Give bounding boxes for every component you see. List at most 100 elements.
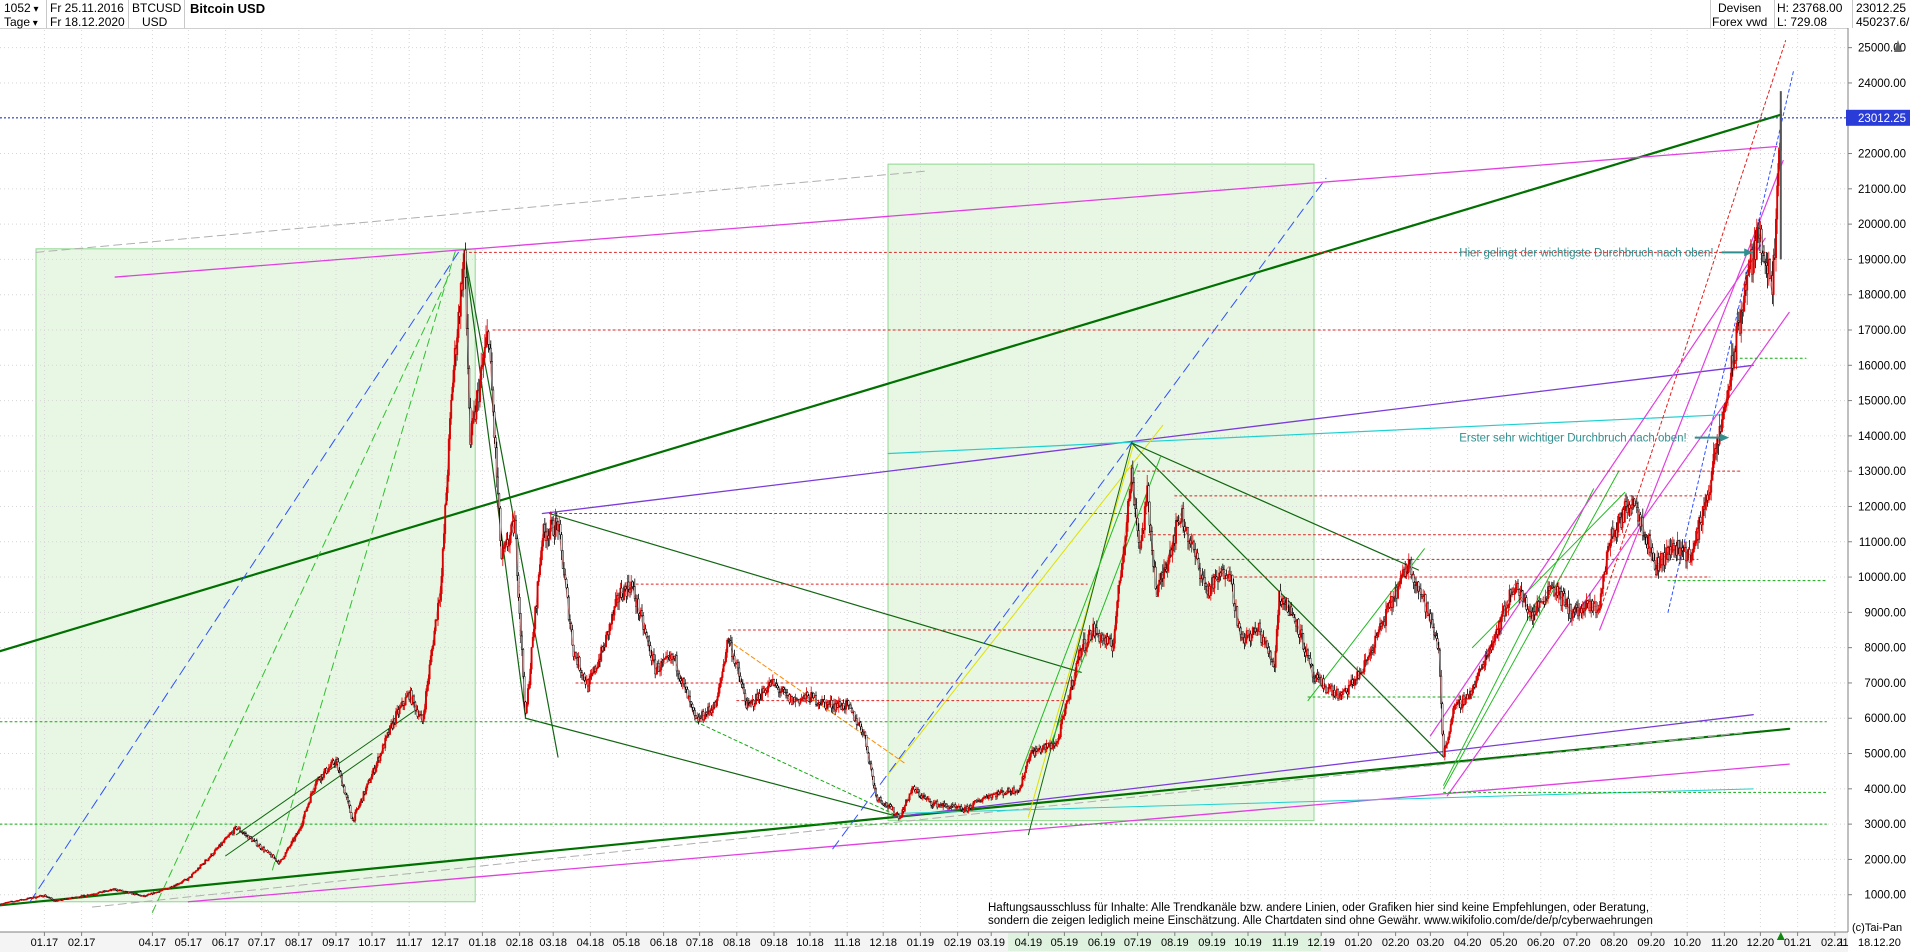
magenta-trendline	[1446, 311, 1790, 797]
candle-body	[1517, 583, 1519, 590]
price-chart[interactable]: Hier gelingt der wichtigste Durchbruch n…	[0, 0, 1912, 952]
y-tick-label: 16000.00	[1858, 360, 1906, 372]
x-tick-label: 09.17	[322, 937, 350, 949]
candle-body	[1709, 492, 1711, 496]
candle-body	[662, 659, 665, 663]
candle-body	[1447, 737, 1450, 744]
candle-body	[647, 636, 649, 642]
orange-dotted-trendline	[727, 640, 907, 765]
y-tick-label: 18000.00	[1858, 290, 1906, 302]
green-trendline	[463, 251, 559, 758]
candle-body	[776, 685, 779, 689]
candle-body	[566, 587, 569, 598]
candle-body	[283, 856, 286, 859]
x-tick-label: 11.19	[1272, 937, 1299, 949]
candle-body	[655, 668, 658, 675]
candle-body	[1334, 693, 1337, 697]
candle-body	[1086, 642, 1089, 648]
candle-body	[1124, 536, 1127, 547]
candle-body	[1578, 608, 1581, 617]
candle-body	[1091, 634, 1093, 640]
x-tick-label: 11.17	[396, 937, 423, 949]
candle-body	[692, 707, 695, 711]
candle-body	[685, 686, 688, 690]
green-dotted-trendline	[695, 721, 901, 818]
x-tick-label: 01.18	[469, 937, 497, 949]
x-tick-label: 07.20	[1563, 937, 1591, 949]
y-tick-label: 7000.00	[1864, 678, 1906, 690]
candle-body	[1619, 513, 1621, 518]
candle-body	[1073, 680, 1075, 687]
candle-body	[1099, 637, 1102, 642]
candle-body	[1677, 540, 1680, 549]
candle-body	[929, 798, 931, 802]
x-tick-label: 01.21	[1784, 937, 1812, 949]
candle-body	[741, 683, 744, 688]
candle-body	[1571, 612, 1573, 619]
candle-body	[1514, 587, 1517, 593]
disclaimer-line-2: sondern die zeigen lediglich meine Einsc…	[988, 915, 1653, 927]
candle-body	[1166, 563, 1169, 572]
candle-body	[783, 689, 786, 693]
candle-body	[1266, 640, 1269, 648]
x-tick-label: 08.17	[285, 937, 313, 949]
scale-mode-marker[interactable]: L	[1840, 937, 1846, 949]
candle-body	[693, 710, 696, 716]
candle-body	[847, 700, 850, 706]
x-tick-label: 10.19	[1234, 937, 1262, 949]
x-tick-label: 05.20	[1490, 937, 1518, 949]
y-tick-label: 2000.00	[1864, 854, 1906, 866]
x-tick-label: 03.18	[539, 937, 567, 949]
x-tick-label: 04.20	[1454, 937, 1482, 949]
candle-body	[1413, 582, 1416, 586]
x-tick-label: 08.19	[1161, 937, 1189, 949]
x-tick-label: 03.19	[977, 937, 1005, 949]
candle-body	[313, 788, 316, 792]
candle-body	[1707, 494, 1710, 501]
y-tick-label: 8000.00	[1864, 643, 1906, 655]
x-tick-label: 12.20	[1747, 937, 1775, 949]
candle-body	[1725, 399, 1728, 404]
y-tick-label: 9000.00	[1864, 607, 1906, 619]
candle-body	[1241, 633, 1243, 638]
candle-body	[691, 704, 694, 708]
annotation-text: Erster sehr wichtiger Durchbruch nach ob…	[1459, 433, 1687, 445]
candle-body	[1179, 521, 1182, 524]
last-value-label: 23012.25	[1858, 113, 1906, 125]
candle-body	[683, 678, 685, 685]
y-tick-label: 3000.00	[1864, 819, 1906, 831]
y-tick-label: 22000.00	[1858, 149, 1906, 161]
candle-body	[1385, 608, 1387, 626]
x-tick-label: 12.19	[1307, 937, 1335, 949]
candle-body	[595, 668, 598, 672]
x-axis-last-date: 18.12.20	[1858, 937, 1901, 949]
candle-body	[1407, 559, 1410, 573]
x-tick-label: 01.19	[907, 937, 935, 949]
green-trendline	[524, 717, 901, 818]
candle-body	[548, 531, 551, 539]
candle-body	[1710, 480, 1713, 493]
x-tick-label: 12.17	[431, 937, 459, 949]
x-tick-label: 06.20	[1527, 937, 1555, 949]
candle-body	[679, 678, 682, 682]
candle-body	[1123, 545, 1126, 555]
y-tick-label: 19000.00	[1858, 254, 1906, 266]
candle-body	[1286, 597, 1289, 613]
y-tick-label: 15000.00	[1858, 396, 1906, 408]
candle-body	[1259, 622, 1261, 633]
candle-body	[1182, 508, 1185, 528]
y-tick-label: 4000.00	[1864, 784, 1906, 796]
candle-body	[684, 683, 687, 688]
candle-body	[1041, 745, 1044, 750]
candle-body	[1559, 588, 1561, 592]
green-trendline	[1443, 488, 1595, 786]
candle-body	[689, 695, 691, 702]
candle-body	[423, 708, 426, 715]
candle-body	[1316, 674, 1319, 679]
candle-body	[555, 518, 558, 523]
x-tick-label: 07.18	[686, 937, 714, 949]
disclaimer: Haftungsausschluss für Inhalte: Alle Tre…	[988, 902, 1653, 928]
magenta-trendline	[1429, 237, 1766, 737]
x-tick-label: 02.19	[944, 937, 972, 949]
candle-body	[1729, 379, 1732, 387]
